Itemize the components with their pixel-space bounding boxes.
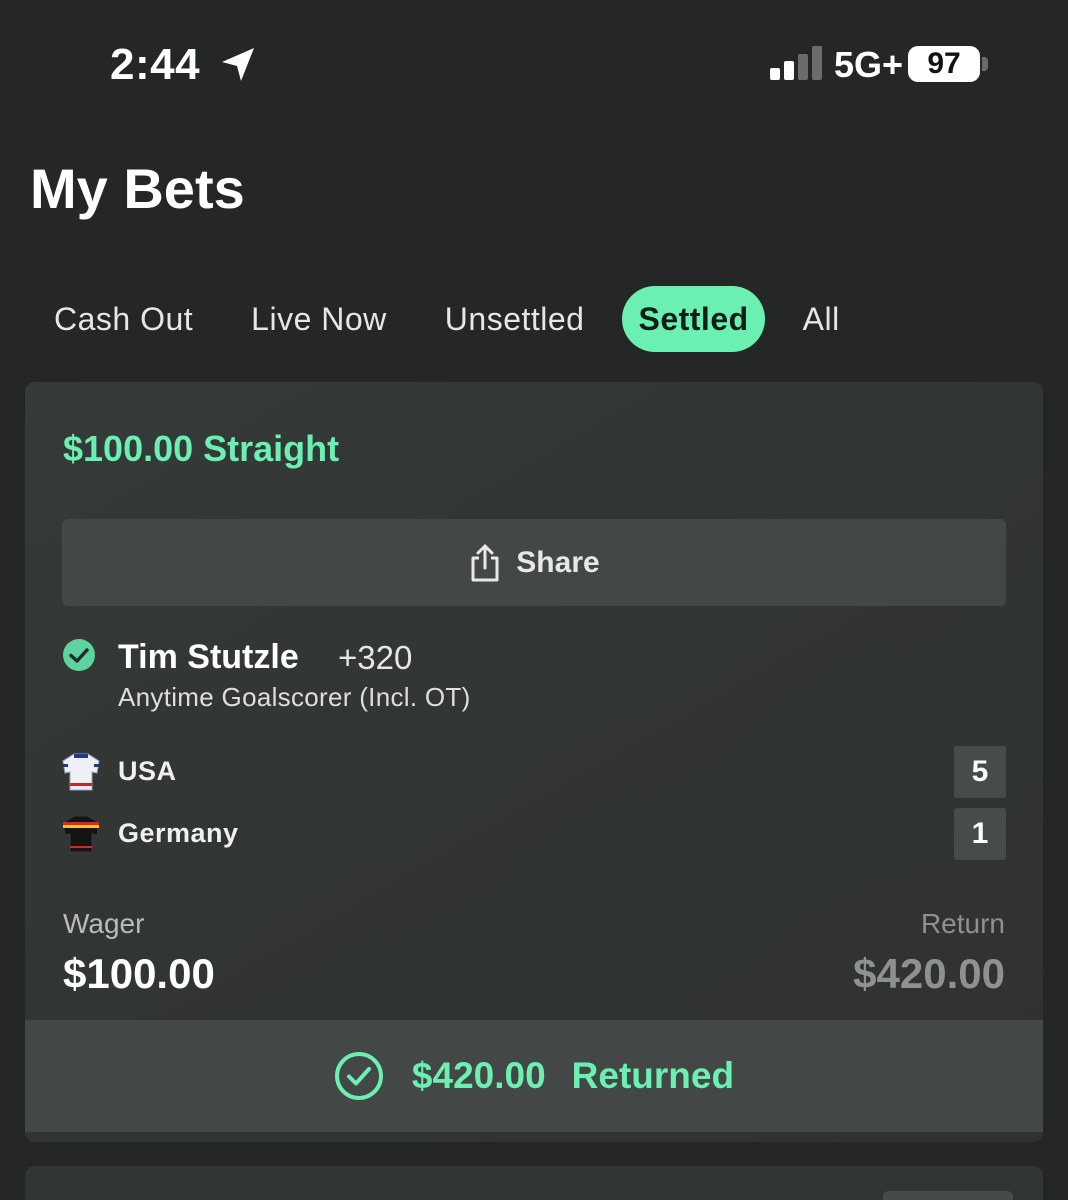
return-value: $420.00 xyxy=(853,950,1005,997)
selection-odds: +320 xyxy=(338,639,413,676)
return-label: Return xyxy=(920,908,1005,939)
selection-name: Tim Stutzle xyxy=(118,638,299,676)
network-type: 5G+ xyxy=(834,44,904,85)
bet-card[interactable]: $100.00 Straight Share Tim Stutzle +320 … xyxy=(25,382,1043,1142)
team-row-usa: USA 5 xyxy=(62,746,1006,798)
share-label: Share xyxy=(516,545,600,579)
next-bet-card[interactable] xyxy=(25,1166,1043,1200)
wager-label: Wager xyxy=(63,908,145,939)
returned-check-icon xyxy=(334,1052,383,1100)
won-check-icon xyxy=(63,639,95,671)
returned-status-bar: $420.00 Returned xyxy=(25,1020,1043,1132)
team-name: USA xyxy=(118,756,177,786)
team-row-germany: Germany 1 xyxy=(62,808,1006,860)
bet-filter-tabs: Cash Out Live Now Unsettled Settled All xyxy=(34,286,878,352)
battery-level: 97 xyxy=(927,47,961,80)
tab-unsettled[interactable]: Unsettled xyxy=(425,286,605,352)
tab-cash-out[interactable]: Cash Out xyxy=(34,286,213,352)
status-bar: 2:44 5G+ 97 xyxy=(0,0,1068,120)
usa-jersey-icon xyxy=(62,753,100,791)
location-arrow-icon xyxy=(222,48,254,81)
tab-live-now[interactable]: Live Now xyxy=(231,286,407,352)
page-title: My Bets xyxy=(30,157,245,220)
battery-nub xyxy=(982,57,988,71)
wager-value: $100.00 xyxy=(63,950,215,997)
tab-all[interactable]: All xyxy=(783,286,860,352)
bet-title: $100.00 Straight xyxy=(63,428,340,469)
status-time: 2:44 xyxy=(110,40,201,89)
market-name: Anytime Goalscorer (Incl. OT) xyxy=(118,682,471,712)
my-bets-screen: 2:44 5G+ 97 My Bets Cash Out Live Now Un… xyxy=(0,0,1068,1200)
team-name: Germany xyxy=(118,818,239,848)
tab-settled[interactable]: Settled xyxy=(622,286,765,352)
share-icon xyxy=(471,544,499,581)
next-card-button[interactable] xyxy=(883,1191,1013,1200)
returned-label: Returned xyxy=(571,1055,735,1096)
returned-amount: $420.00 xyxy=(411,1055,546,1096)
battery-icon: 97 xyxy=(908,46,980,82)
share-button[interactable]: Share xyxy=(62,519,1006,606)
team-score: 1 xyxy=(954,808,1006,860)
germany-jersey-icon xyxy=(62,815,100,853)
team-score: 5 xyxy=(954,746,1006,798)
signal-bars-icon xyxy=(770,46,822,80)
